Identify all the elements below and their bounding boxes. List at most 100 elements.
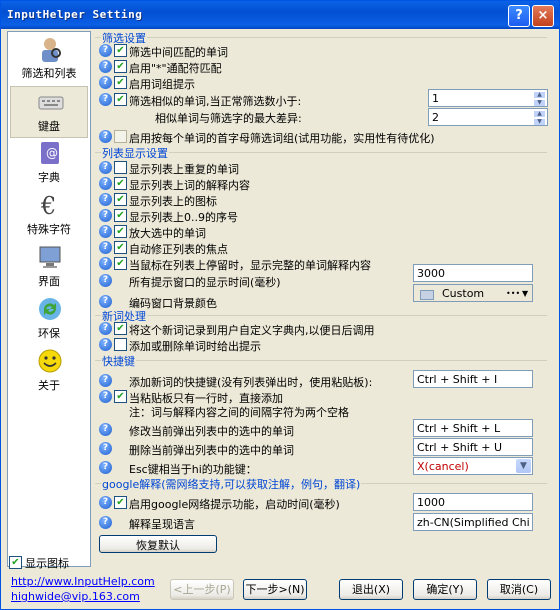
sidebar-item-filter-list[interactable]: 筛选和列表 <box>10 34 88 84</box>
help-icon[interactable]: ? <box>99 44 112 57</box>
option-label: 显示列表上的图标 <box>129 195 217 208</box>
option-label: 添加新词的快捷键(没有列表弹出时，使用粘贴板): <box>129 376 373 389</box>
checkbox-checked[interactable]: ✔ <box>114 44 127 57</box>
help-icon[interactable]: ? <box>99 322 112 335</box>
help-icon[interactable]: ? <box>99 274 112 287</box>
title-bar[interactable]: InputHelper Setting ? × <box>1 1 559 29</box>
sidebar-item-interface[interactable]: 界面 <box>10 242 88 292</box>
checkbox-checked[interactable]: ✔ <box>114 496 127 509</box>
divider <box>95 360 547 361</box>
checkbox-checked[interactable]: ✔ <box>114 225 127 238</box>
checkbox-unchecked[interactable] <box>114 130 127 143</box>
help-icon[interactable]: ? <box>99 442 112 455</box>
help-button[interactable]: ? <box>508 5 530 27</box>
spin-buttons[interactable]: ▲ ▼ <box>533 110 546 125</box>
option-label: 修改当前弹出列表中的选中的单词 <box>129 425 294 438</box>
help-icon[interactable]: ? <box>99 161 112 174</box>
color-value: Custom <box>442 287 485 300</box>
checkbox-unchecked[interactable] <box>114 161 127 174</box>
checkbox-checked[interactable]: ✔ <box>114 322 127 335</box>
euro-icon: € <box>40 192 56 219</box>
sidebar-item-label: 关于 <box>38 379 60 392</box>
delete-hotkey-field[interactable]: Ctrl + Shift + U <box>413 438 533 456</box>
checkbox-checked[interactable]: ✔ <box>9 556 22 569</box>
spin-buttons[interactable]: ▲ ▼ <box>533 91 546 106</box>
help-icon[interactable]: ? <box>99 496 112 509</box>
help-icon[interactable]: ? <box>99 193 112 206</box>
google-time-field[interactable]: 1000 <box>413 493 533 511</box>
option-label: 筛选中间匹配的单词 <box>129 46 228 59</box>
close-button[interactable]: × <box>532 5 554 27</box>
checkbox-checked[interactable]: ✔ <box>114 241 127 254</box>
monitor-icon <box>39 246 61 268</box>
sidebar-item-keyboard[interactable]: 键盘 <box>10 86 88 138</box>
bg-color-picker[interactable]: Custom ••• ▼ <box>413 284 533 302</box>
chevron-down-icon[interactable]: ▼ <box>516 459 531 473</box>
settings-window: InputHelper Setting ? × 筛选和列表 键盘 @ 字典 € <box>0 0 560 610</box>
recycle-icon <box>39 298 61 320</box>
checkbox-unchecked[interactable] <box>114 338 127 351</box>
add-word-hotkey-field[interactable]: Ctrl + Shift + I <box>413 370 533 388</box>
option-label: 启用google网络提示功能，启动时间(毫秒) <box>129 498 340 511</box>
sidebar-item-eco[interactable]: 环保 <box>10 294 88 344</box>
person-search-icon <box>42 38 61 62</box>
ok-button[interactable]: 确定(Y) <box>413 579 477 600</box>
spin-up-icon[interactable]: ▲ <box>533 110 546 118</box>
option-label: 启用按每个单词的首字母筛选词组(试用功能，实用性有待优化) <box>129 132 435 145</box>
help-icon[interactable]: ? <box>99 93 112 106</box>
display-time-field[interactable]: 3000 <box>413 264 533 282</box>
option-label: 显示列表上重复的单词 <box>129 163 239 176</box>
checkbox-checked[interactable]: ✔ <box>114 177 127 190</box>
max-diff-spinner[interactable]: 2 ▲ ▼ <box>428 108 548 126</box>
esc-function-select[interactable]: X(cancel) ▼ <box>413 457 533 475</box>
sidebar-item-label: 界面 <box>38 275 60 288</box>
more-icon[interactable]: ••• <box>506 285 520 301</box>
chevron-down-icon[interactable]: ▼ <box>522 285 528 301</box>
checkbox-checked[interactable]: ✔ <box>114 257 127 270</box>
help-icon[interactable]: ? <box>99 374 112 387</box>
help-icon[interactable]: ? <box>99 295 112 308</box>
website-link[interactable]: http://www.InputHelp.com <box>11 575 155 588</box>
help-icon[interactable]: ? <box>99 461 112 474</box>
option-label: 筛选相似的单词,当正常筛选数小于: <box>129 95 302 108</box>
help-icon[interactable]: ? <box>99 76 112 89</box>
spin-down-icon[interactable]: ▼ <box>533 118 546 125</box>
help-icon[interactable]: ? <box>99 338 112 351</box>
help-icon[interactable]: ? <box>99 130 112 143</box>
google-lang-select[interactable]: zh-CN(Simplified Chi <box>413 513 533 531</box>
exit-button[interactable]: 退出(X) <box>339 579 403 600</box>
svg-text:@: @ <box>46 146 58 160</box>
help-icon[interactable]: ? <box>99 241 112 254</box>
cancel-button[interactable]: 取消(C) <box>487 579 551 600</box>
help-icon[interactable]: ? <box>99 60 112 73</box>
svg-text:€: € <box>40 192 56 219</box>
checkbox-checked[interactable]: ✔ <box>114 60 127 73</box>
next-button[interactable]: 下一步>(N) <box>243 579 307 600</box>
sidebar-item-special-chars[interactable]: € 特殊字符 <box>10 190 88 240</box>
help-icon[interactable]: ? <box>99 516 112 529</box>
help-icon[interactable]: ? <box>99 177 112 190</box>
sidebar-item-dictionary[interactable]: @ 字典 <box>10 138 88 188</box>
spin-down-icon[interactable]: ▼ <box>533 99 546 106</box>
help-icon[interactable]: ? <box>99 390 112 403</box>
help-icon[interactable]: ? <box>99 423 112 436</box>
email-link[interactable]: highwide@vip.163.com <box>11 590 155 603</box>
checkbox-checked[interactable]: ✔ <box>114 390 127 403</box>
checkbox-checked[interactable]: ✔ <box>114 193 127 206</box>
divider <box>95 315 547 316</box>
min-count-spinner[interactable]: 1 ▲ ▼ <box>428 89 548 107</box>
option-label: 显示列表上0..9的序号 <box>129 211 238 224</box>
edit-hotkey-field[interactable]: Ctrl + Shift + L <box>413 419 533 437</box>
restore-defaults-button[interactable]: 恢复默认 <box>99 535 217 553</box>
checkbox-checked[interactable]: ✔ <box>114 209 127 222</box>
settings-panel: 筛选设置 ? ✔ 筛选中间匹配的单词 ? ✔ 启用"*"通配符匹配 ? ✔ 启用… <box>95 30 551 557</box>
spin-up-icon[interactable]: ▲ <box>533 91 546 99</box>
checkbox-checked[interactable]: ✔ <box>114 76 127 89</box>
sidebar-item-label: 筛选和列表 <box>21 67 77 80</box>
help-icon[interactable]: ? <box>99 225 112 238</box>
checkbox-checked[interactable]: ✔ <box>114 93 127 106</box>
help-icon[interactable]: ? <box>99 209 112 222</box>
sidebar-item-about[interactable]: 关于 <box>10 346 88 396</box>
prev-button[interactable]: <上一步(P) <box>170 579 234 600</box>
help-icon[interactable]: ? <box>99 257 112 270</box>
